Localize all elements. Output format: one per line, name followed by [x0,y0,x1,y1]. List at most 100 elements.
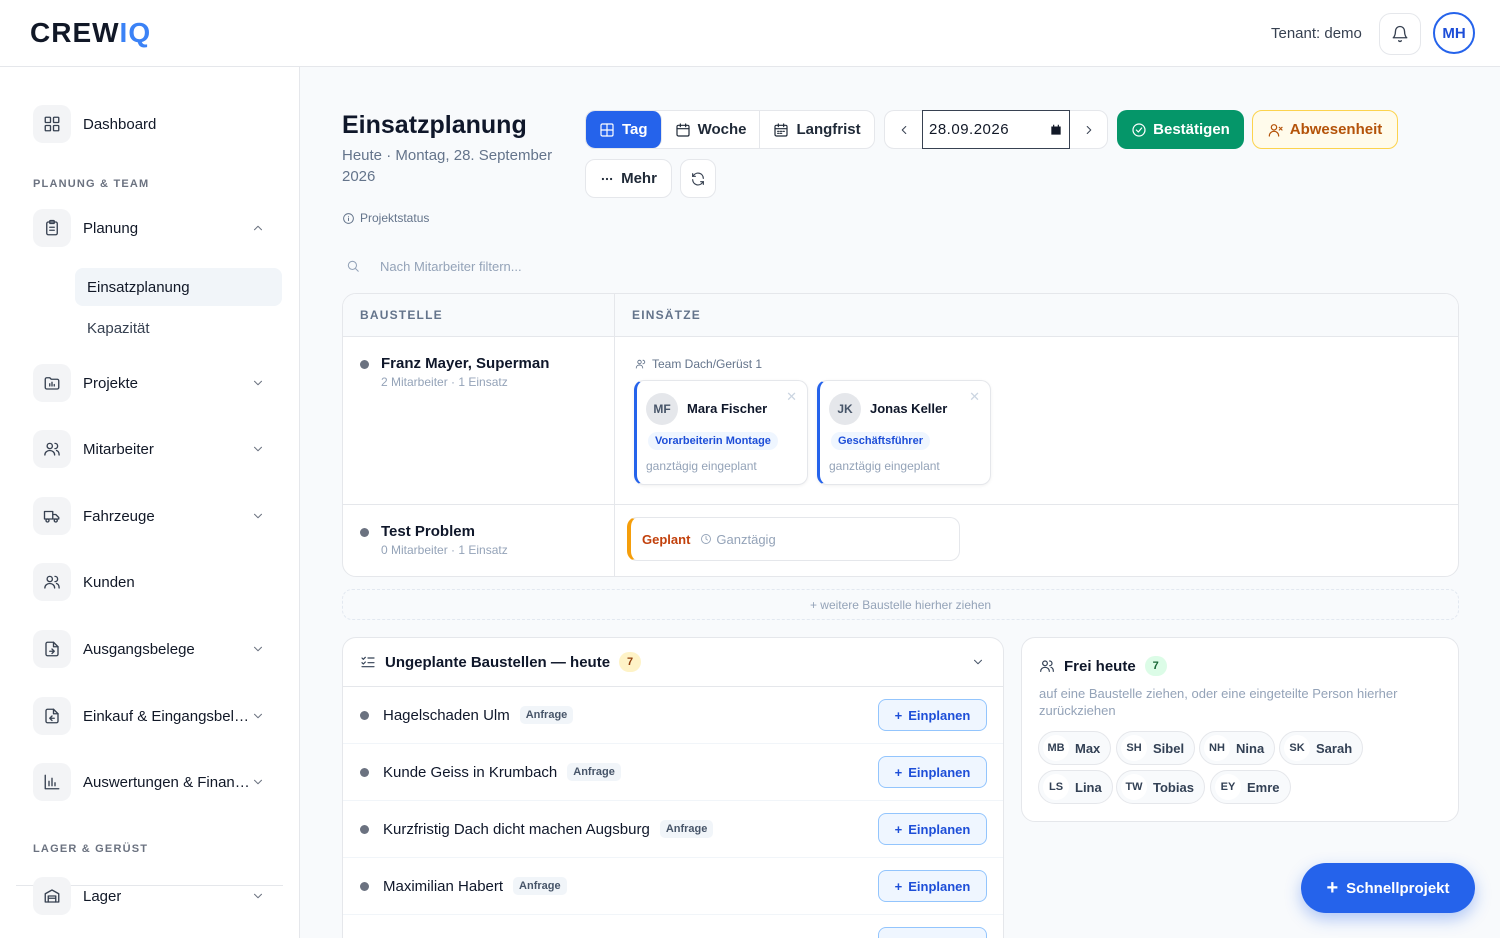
status-dot [360,767,369,777]
col-assignments: EINSÄTZE [632,308,701,322]
info-icon [343,212,354,224]
time-label: Ganztägig [700,532,776,547]
sidebar-item-label: Projekte [83,374,139,392]
request-tag: Anfrage [513,877,567,895]
absence-button[interactable]: Abwesenheit [1252,110,1398,149]
drop-zone[interactable]: + weitere Baustelle hierher ziehen [342,589,1459,620]
close-icon[interactable]: ✕ [786,389,797,405]
refresh-button[interactable] [680,159,716,198]
bell-icon [1392,25,1408,43]
refresh-icon [692,172,704,185]
sidebar-item-ausgangsbelege[interactable]: Ausgangsbelege [33,629,273,669]
tenant-label: Tenant: demo [1271,25,1362,42]
sidebar-item-planung[interactable]: Planung [33,208,273,248]
chevron-down-icon [253,779,263,785]
chevron-down-icon [253,713,263,719]
logo[interactable]: CREWIQ [30,18,151,48]
chevron-down-icon [253,646,263,652]
employee-chip[interactable]: SH Sibel [1116,731,1196,765]
employee-chip[interactable]: LS Lina [1038,770,1113,804]
clock-icon [701,534,712,544]
assignment-card[interactable]: MF Mara Fischer ✕ Vorarbeiterin Montage … [634,380,808,485]
site-name: Maximilian Habert [383,877,504,895]
unplanned-title: Ungeplante Baustellen — heute [385,653,611,671]
request-tag: Anfrage [567,763,621,781]
employee-chip[interactable]: NH Nina [1199,731,1276,765]
calendar-icon [675,122,690,137]
user-avatar[interactable]: MH [1433,12,1475,54]
schedule-button[interactable]: + Einplanen [878,699,987,731]
sidebar-item-label: Mitarbeiter [83,440,154,458]
avatar: EY [1215,774,1241,800]
site-name: Hagelschaden Ulm [383,706,510,724]
view-day-button[interactable]: Tag [586,111,662,148]
plus-icon: + [894,764,903,780]
view-longterm-button[interactable]: Langfrist [760,111,873,148]
more-button[interactable]: Mehr [585,159,672,198]
grid-icon [44,116,60,132]
assignment-card[interactable]: JK Jonas Keller ✕ Geschäftsführer ganztä… [817,380,991,485]
planned-slot[interactable]: Geplant Ganztägig [627,517,960,561]
date-navigator: 28.09.2026 [884,110,1108,149]
close-icon[interactable]: ✕ [969,389,980,405]
sidebar-item-projekte[interactable]: Projekte [33,363,273,403]
status-dot [360,710,369,720]
sidebar-item-einkauf[interactable]: Einkauf & Eingangsbelege [33,696,273,736]
search-input[interactable]: Nach Mitarbeiter filtern... [380,259,522,274]
schedule-button[interactable]: + Einplanen [878,813,987,845]
site-cell[interactable]: Test Problem 0 Mitarbeiter · 1 Einsatz [360,523,508,557]
sidebar-item-label: Kunden [83,573,135,591]
top-bar: CREWIQ Tenant: demo MH [0,0,1500,67]
clipboard-icon [46,219,58,236]
sidebar-item-lager[interactable]: Lager [33,876,273,916]
assignment-status: ganztägig eingeplant [646,459,757,473]
status-dot [360,528,369,537]
site-cell[interactable]: Franz Mayer, Superman 2 Mitarbeiter · 1 … [360,355,549,389]
list-item: Maximilian Habert Anfrage + Einplanen [343,858,1003,915]
employee-filter[interactable]: Nach Mitarbeiter filtern... [342,250,842,282]
schedule-table: BAUSTELLE EINSÄTZE Franz Mayer, Superman… [342,293,1459,577]
chevron-right-icon [1086,125,1091,134]
sidebar-item-label: Planung [83,219,139,237]
search-icon [347,260,359,272]
chevron-down-icon [973,659,983,665]
confirm-button[interactable]: Bestätigen [1117,110,1244,149]
count-badge: 7 [1144,656,1167,676]
notifications-button[interactable] [1379,13,1421,55]
table-row: Franz Mayer, Superman 2 Mitarbeiter · 1 … [343,337,1458,505]
sidebar-item-fahrzeuge[interactable]: Fahrzeuge [33,496,273,536]
sidebar-item-kunden[interactable]: Kunden [33,562,273,602]
chevron-up-icon [253,225,263,231]
unplanned-header[interactable]: Ungeplante Baustellen — heute 7 [343,638,1003,687]
next-day-button[interactable] [1070,111,1107,148]
users-icon [44,575,60,589]
role-badge: Vorarbeiterin Montage [648,432,778,450]
view-switcher: Tag Woche Langfrist [585,110,875,149]
avatar: SK [1284,735,1310,761]
truck-icon [43,510,60,523]
calendar-range-icon [774,122,789,137]
warehouse-icon [44,889,60,903]
sidebar-item-dashboard[interactable]: Dashboard [33,104,273,144]
project-status-link[interactable]: Projektstatus [342,211,429,225]
employee-chip[interactable]: EY Emre [1210,770,1291,804]
prev-day-button[interactable] [885,111,922,148]
schedule-button[interactable]: + Einplanen [878,870,987,902]
sidebar-sub-kapazitaet[interactable]: Kapazität [75,309,282,347]
sidebar-item-mitarbeiter[interactable]: Mitarbeiter [33,429,273,469]
sidebar-item-label: Auswertungen & Finanzen [83,773,253,791]
quick-project-button[interactable]: + Schnellprojekt [1301,863,1475,913]
schedule-button[interactable]: + Einplanen [878,756,987,788]
date-input[interactable]: 28.09.2026 [922,110,1070,149]
employee-chip[interactable]: TW Tobias [1116,770,1205,804]
view-week-button[interactable]: Woche [662,111,761,148]
sidebar-item-auswertungen[interactable]: Auswertungen & Finanzen [33,762,273,802]
sidebar-sub-einsatzplanung[interactable]: Einsatzplanung [75,268,282,306]
employee-chip[interactable]: MB Max [1038,731,1112,765]
schedule-button[interactable] [878,927,987,938]
page-title: Einsatzplanung [342,111,527,139]
employee-chip[interactable]: SK Sarah [1279,731,1364,765]
list-check-icon [361,656,375,668]
document-in-icon [45,708,59,724]
employee-name: Jonas Keller [870,401,948,416]
